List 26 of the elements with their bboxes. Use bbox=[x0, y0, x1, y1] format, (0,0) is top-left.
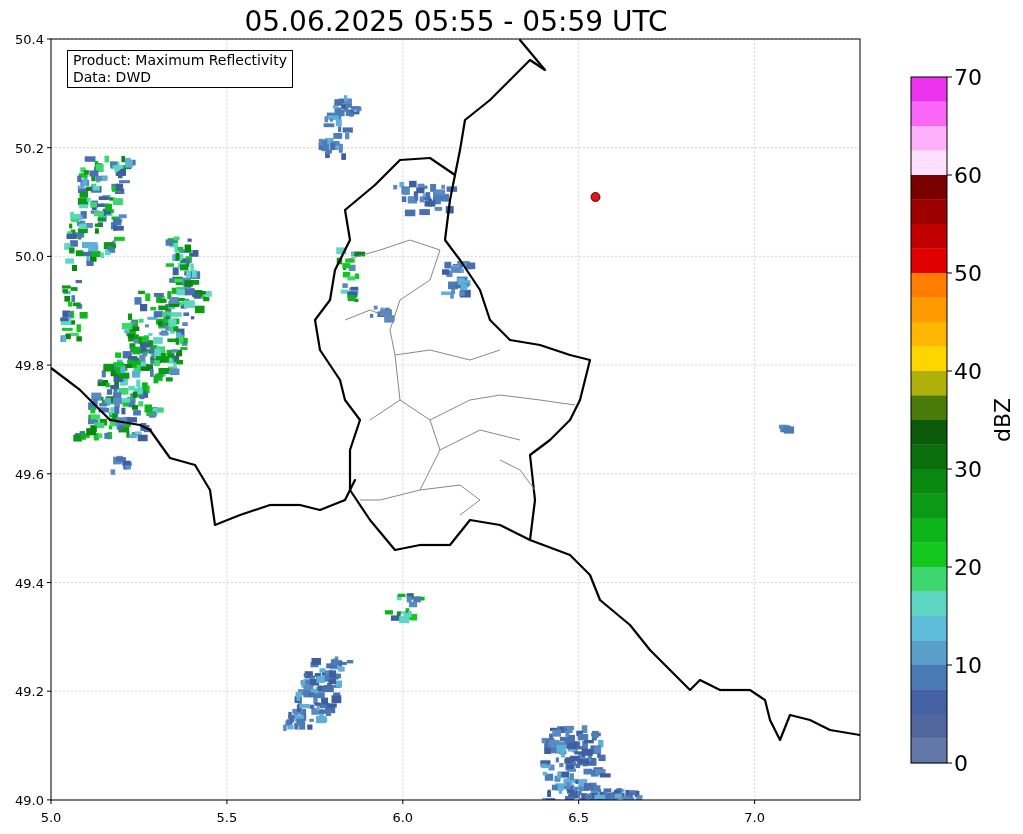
colorbar-tick-label: 70 bbox=[954, 65, 982, 90]
y-tick-label: 49.0 bbox=[15, 792, 44, 808]
x-tick-label: 7.0 bbox=[744, 810, 765, 825]
x-tick-label: 5.5 bbox=[216, 810, 238, 825]
x-tick-label: 5.0 bbox=[40, 810, 62, 825]
info-text: Product: Maximum Reflectivity bbox=[73, 52, 287, 69]
chart-title: 05.06.2025 05:55 - 05:59 UTC bbox=[244, 5, 668, 38]
y-tick-label: 49.2 bbox=[15, 684, 44, 700]
y-tick-label: 50.2 bbox=[15, 140, 44, 156]
location-marker bbox=[590, 192, 601, 202]
colorbar-tick-label: 50 bbox=[954, 261, 982, 286]
colorbar-tick-label: 40 bbox=[954, 359, 982, 384]
y-tick-label: 49.6 bbox=[15, 466, 44, 482]
y-tick-label: 49.8 bbox=[15, 358, 44, 374]
colorbar-label: dBZ bbox=[990, 397, 1015, 443]
colorbar-tick-label: 60 bbox=[954, 163, 982, 188]
y-tick-label: 50.0 bbox=[15, 249, 44, 265]
x-tick-label: 6.5 bbox=[568, 810, 590, 825]
info-text: Data: DWD bbox=[73, 69, 152, 86]
colorbar-tick-label: 30 bbox=[954, 457, 982, 482]
colorbar-tick-label: 10 bbox=[954, 653, 982, 678]
colorbar-tick-label: 20 bbox=[954, 555, 982, 580]
y-tick-label: 49.4 bbox=[15, 575, 44, 591]
y-tick-label: 50.4 bbox=[15, 32, 44, 47]
colorbar-tick-label: 0 bbox=[954, 751, 968, 776]
x-tick-label: 6.0 bbox=[392, 810, 414, 825]
